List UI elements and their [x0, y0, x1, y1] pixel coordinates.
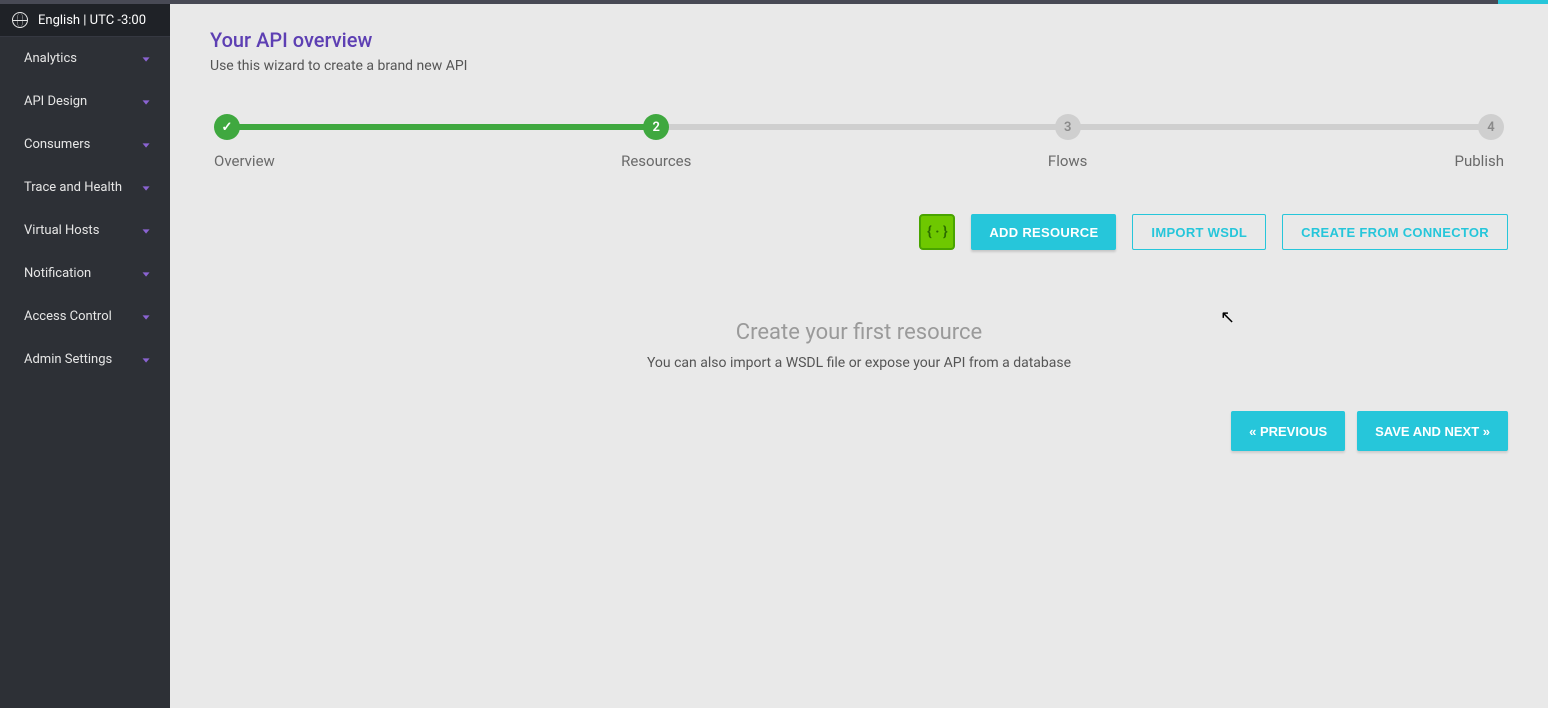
- sidebar-item-label: Consumers: [24, 137, 90, 152]
- step-overview[interactable]: Overview: [214, 114, 275, 170]
- chevron-down-icon: ▼: [140, 183, 152, 191]
- empty-state: Create your first resource You can also …: [210, 320, 1508, 371]
- chevron-down-icon: ▼: [140, 355, 152, 363]
- chevron-down-icon: ▼: [140, 269, 152, 277]
- page-subtitle: Use this wizard to create a brand new AP…: [210, 58, 1508, 74]
- import-wsdl-button[interactable]: IMPORT WSDL: [1132, 214, 1266, 250]
- step-flows[interactable]: 3 Flows: [1038, 114, 1098, 170]
- sidebar-item-label: Admin Settings: [24, 352, 112, 367]
- create-from-connector-button[interactable]: CREATE FROM CONNECTOR: [1282, 214, 1508, 250]
- wizard-stepper: Overview 2 Resources 3 Flows 4 Publish: [214, 114, 1504, 174]
- sidebar-item-api-design[interactable]: API Design ▼: [0, 80, 170, 123]
- empty-state-title: Create your first resource: [210, 320, 1508, 345]
- sidebar-item-admin-settings[interactable]: Admin Settings ▼: [0, 338, 170, 381]
- chevron-down-icon: ▼: [140, 312, 152, 320]
- step-label: Overview: [214, 152, 275, 170]
- chevron-down-icon: ▼: [140, 97, 152, 105]
- sidebar-item-notification[interactable]: Notification ▼: [0, 252, 170, 295]
- sidebar-item-label: API Design: [24, 94, 87, 109]
- sidebar-item-virtual-hosts[interactable]: Virtual Hosts ▼: [0, 209, 170, 252]
- sidebar-item-access-control[interactable]: Access Control ▼: [0, 295, 170, 338]
- swagger-icon[interactable]: { · }: [919, 214, 955, 250]
- sidebar-item-label: Virtual Hosts: [24, 223, 99, 238]
- step-dot: 3: [1055, 114, 1081, 140]
- chevron-down-icon: ▼: [140, 54, 152, 62]
- sidebar-item-label: Analytics: [24, 51, 77, 66]
- page-title: Your API overview: [210, 28, 1508, 52]
- step-publish[interactable]: 4 Publish: [1444, 114, 1504, 170]
- sidebar-item-trace-health[interactable]: Trace and Health ▼: [0, 166, 170, 209]
- step-dot-active: 2: [643, 114, 669, 140]
- chevron-down-icon: ▼: [140, 140, 152, 148]
- globe-icon: [12, 12, 28, 28]
- wizard-footer: « PREVIOUS SAVE AND NEXT »: [210, 411, 1508, 451]
- add-resource-button[interactable]: ADD RESOURCE: [971, 214, 1116, 250]
- resource-actions: { · } ADD RESOURCE IMPORT WSDL CREATE FR…: [210, 214, 1508, 250]
- sidebar-item-analytics[interactable]: Analytics ▼: [0, 37, 170, 80]
- step-resources[interactable]: 2 Resources: [621, 114, 691, 170]
- locale-selector[interactable]: English | UTC -3:00: [0, 4, 170, 37]
- empty-state-subtitle: You can also import a WSDL file or expos…: [210, 355, 1508, 371]
- sidebar-item-label: Trace and Health: [24, 180, 122, 195]
- step-dot: 4: [1478, 114, 1504, 140]
- step-label: Flows: [1048, 152, 1088, 170]
- save-and-next-button[interactable]: SAVE AND NEXT »: [1357, 411, 1508, 451]
- step-dot-done-icon: [214, 114, 240, 140]
- previous-button[interactable]: « PREVIOUS: [1231, 411, 1345, 451]
- step-label: Publish: [1455, 152, 1504, 170]
- main-content: Your API overview Use this wizard to cre…: [170, 4, 1548, 708]
- step-label: Resources: [621, 152, 691, 170]
- sidebar: English | UTC -3:00 Analytics ▼ API Desi…: [0, 4, 170, 708]
- chevron-down-icon: ▼: [140, 226, 152, 234]
- locale-label: English | UTC -3:00: [38, 13, 146, 28]
- sidebar-item-label: Notification: [24, 266, 91, 281]
- sidebar-item-consumers[interactable]: Consumers ▼: [0, 123, 170, 166]
- sidebar-item-label: Access Control: [24, 309, 112, 324]
